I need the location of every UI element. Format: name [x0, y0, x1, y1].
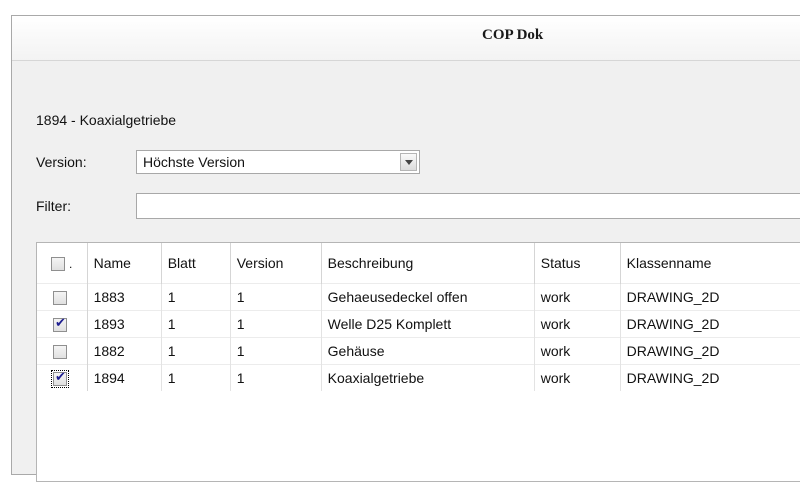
column-header-blatt[interactable]: Blatt [161, 243, 231, 284]
chevron-down-icon[interactable] [400, 153, 417, 171]
document-title: 1894 - Koaxialgetriebe [36, 112, 177, 128]
row-checkbox-icon[interactable] [53, 316, 67, 333]
version-label: Version: [36, 154, 87, 170]
row-checkbox-cell[interactable] [37, 364, 88, 391]
cell-beschreibung: Gehäuse [321, 337, 535, 365]
version-dropdown-value: Höchste Version [143, 154, 245, 170]
cell-beschreibung: Koaxialgetriebe [321, 364, 535, 391]
cell-klassenname: DRAWING_2D [620, 310, 800, 338]
title-bar[interactable]: COP Dok [12, 16, 800, 61]
cell-version: 1 [230, 283, 322, 311]
cell-name: 1882 [87, 337, 162, 365]
column-header-status[interactable]: Status [534, 243, 621, 284]
cell-klassenname: DRAWING_2D [620, 337, 800, 365]
column-header-beschreibung[interactable]: Beschreibung [321, 243, 535, 284]
row-checkbox-cell[interactable] [37, 337, 88, 365]
row-checkbox-icon[interactable] [53, 291, 67, 306]
cell-blatt: 1 [161, 364, 231, 391]
cell-status: work [534, 283, 621, 311]
cop-dok-window: COP Dok 1894 - Koaxialgetriebe Version: … [11, 15, 800, 482]
table-header-row: . Name Blatt Version Beschreibung Status… [37, 243, 800, 284]
row-checkbox-icon[interactable] [53, 345, 67, 360]
cell-klassenname: DRAWING_2D [620, 283, 800, 311]
cell-version: 1 [230, 364, 322, 391]
column-header-name[interactable]: Name [87, 243, 162, 284]
cell-name: 1894 [87, 364, 162, 391]
cell-name: 1893 [87, 310, 162, 338]
version-dropdown[interactable]: Höchste Version [136, 150, 420, 174]
window-title: COP Dok [482, 27, 544, 43]
cell-beschreibung: Gehaeusedeckel offen [321, 283, 535, 311]
row-checkbox-icon[interactable] [51, 370, 69, 389]
cell-version: 1 [230, 337, 322, 365]
document-table: . Name Blatt Version Beschreibung Status… [36, 242, 800, 482]
select-all-checkbox-icon[interactable] [51, 257, 65, 272]
cell-status: work [534, 310, 621, 338]
column-header-klassenname[interactable]: Klassenname [620, 243, 800, 284]
column-header-version[interactable]: Version [230, 243, 322, 284]
document-table-grid: . Name Blatt Version Beschreibung Status… [37, 243, 800, 391]
cell-blatt: 1 [161, 283, 231, 311]
cell-status: work [534, 337, 621, 365]
table-row[interactable]: 1894 1 1 Koaxialgetriebe work DRAWING_2D [37, 364, 800, 391]
row-checkbox-cell[interactable] [37, 283, 88, 311]
filter-label: Filter: [36, 198, 71, 214]
cell-status: work [534, 364, 621, 391]
table-row[interactable]: 1882 1 1 Gehäuse work DRAWING_2D [37, 337, 800, 365]
cell-beschreibung: Welle D25 Komplett [321, 310, 535, 338]
cell-blatt: 1 [161, 337, 231, 365]
header-marker: . [69, 256, 73, 271]
cell-version: 1 [230, 310, 322, 338]
select-all-header[interactable]: . [37, 243, 88, 284]
cell-klassenname: DRAWING_2D [620, 364, 800, 391]
cell-name: 1883 [87, 283, 162, 311]
cell-blatt: 1 [161, 310, 231, 338]
row-checkbox-cell[interactable] [37, 310, 88, 338]
filter-input[interactable] [136, 193, 800, 219]
table-row[interactable]: 1883 1 1 Gehaeusedeckel offen work DRAWI… [37, 283, 800, 311]
table-row[interactable]: 1893 1 1 Welle D25 Komplett work DRAWING… [37, 310, 800, 338]
